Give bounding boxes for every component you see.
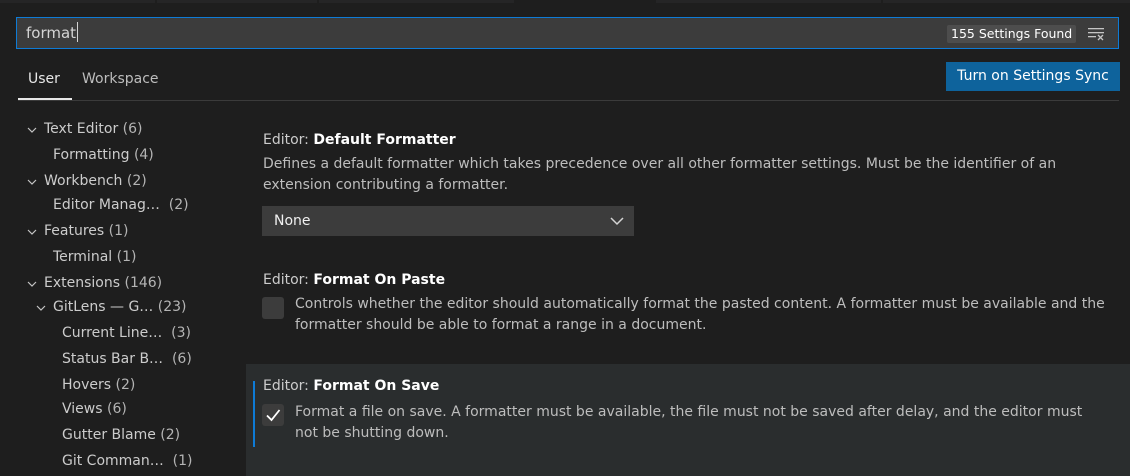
toc-item-label: Git Comman… xyxy=(62,453,164,469)
toc-item-label: Editor Manag… xyxy=(53,197,160,213)
toc-item-label: Workbench xyxy=(44,173,123,189)
toc-item-count: (146) xyxy=(124,275,163,291)
toc-item-count: (2) xyxy=(126,173,147,189)
setting-category: Editor: xyxy=(263,378,314,394)
search-query-text: format xyxy=(26,24,77,42)
editor-tab[interactable] xyxy=(0,0,155,3)
toc-item-formatting[interactable]: Formatting (4) xyxy=(53,144,154,166)
toc-item-label: GitLens — G… xyxy=(53,299,154,315)
tab-user[interactable]: User xyxy=(28,68,60,90)
setting-name: Default Formatter xyxy=(313,132,456,148)
toc-item-count: (1) xyxy=(116,249,137,265)
toc-item-count: (23) xyxy=(157,299,187,315)
setting-title: Editor: Format On Paste xyxy=(263,272,445,288)
clear-filter-icon[interactable] xyxy=(1087,25,1105,41)
editor-tab[interactable] xyxy=(319,0,514,3)
toc-item-count: (1) xyxy=(108,223,129,239)
toc-item-label: Extensions xyxy=(44,275,121,291)
setting-description: Format a file on save. A formatter must … xyxy=(295,404,1083,441)
toc-item-label: Status Bar B… xyxy=(62,351,164,367)
toc-item-status-bar[interactable]: Status Bar B… (6) xyxy=(62,348,192,370)
chevron-down-icon[interactable] xyxy=(27,177,37,187)
tabs-divider xyxy=(18,100,1119,101)
toc-item-gutter-blame[interactable]: Gutter Blame (2) xyxy=(62,424,180,446)
toc-item-count: (2) xyxy=(160,427,181,443)
chevron-down-icon xyxy=(610,217,624,226)
chevron-down-icon[interactable] xyxy=(27,227,37,237)
settings-editor: format 155 Settings Found User Workspace… xyxy=(0,0,1130,476)
setting-title: Editor: Default Formatter xyxy=(263,132,456,148)
toc-item-count: (2) xyxy=(168,197,189,213)
toc-item-label: Formatting xyxy=(53,147,130,163)
toc-item-editor-management[interactable]: Editor Manag… (2) xyxy=(53,194,189,216)
setting-description: Defines a default formatter which takes … xyxy=(263,156,1057,193)
toc-item-git-commands[interactable]: Git Comman… (1) xyxy=(62,450,193,472)
toc-item-label: Gutter Blame xyxy=(62,427,156,443)
turn-on-settings-sync-button[interactable]: Turn on Settings Sync xyxy=(946,62,1120,91)
editor-tab[interactable] xyxy=(157,0,317,3)
toc-item-views[interactable]: Views (6) xyxy=(62,398,127,420)
select-value: None xyxy=(274,213,311,229)
toc-item-hovers[interactable]: Hovers (2) xyxy=(62,374,135,396)
toc-item-label: Features xyxy=(44,223,105,239)
setting-title: Editor: Format On Save xyxy=(263,378,439,394)
checkmark-icon xyxy=(266,409,281,422)
toc-item-terminal[interactable]: Terminal (1) xyxy=(53,246,136,268)
toc-item-count: (6) xyxy=(171,351,192,367)
setting-category: Editor: xyxy=(263,132,314,148)
toc-item-label: Terminal xyxy=(53,249,113,265)
search-query[interactable]: format xyxy=(26,18,79,48)
toc-item-count: (6) xyxy=(122,121,143,137)
setting-name: Format On Paste xyxy=(313,272,446,288)
default-formatter-select[interactable]: None xyxy=(262,206,634,236)
chevron-down-icon[interactable] xyxy=(27,125,37,135)
toc-item-label: Text Editor xyxy=(44,121,119,137)
focus-indicator xyxy=(253,381,255,447)
editor-tab[interactable] xyxy=(656,0,881,3)
toc-item-current-line[interactable]: Current Line… (3) xyxy=(62,322,191,344)
setting-category: Editor: xyxy=(263,272,314,288)
settings-search-input[interactable]: format 155 Settings Found xyxy=(16,17,1119,49)
setting-description: Controls whether the editor should autom… xyxy=(295,296,1105,333)
format-on-save-checkbox[interactable] xyxy=(262,404,284,426)
toc-item-count: (2) xyxy=(115,377,136,393)
toc-item-gitlens[interactable]: GitLens — G… (23) xyxy=(53,296,187,318)
text-cursor xyxy=(77,22,79,42)
chevron-down-icon[interactable] xyxy=(36,303,46,313)
toc-item-label: Views xyxy=(62,401,103,417)
toc-item-workbench[interactable]: Workbench (2) xyxy=(44,170,147,192)
tab-workspace[interactable]: Workspace xyxy=(82,68,159,90)
toc-item-text-editor[interactable]: Text Editor (6) xyxy=(44,118,143,140)
toc-item-features[interactable]: Features (1) xyxy=(44,220,129,242)
format-on-paste-checkbox[interactable] xyxy=(262,297,284,319)
results-count-badge: 155 Settings Found xyxy=(947,25,1077,43)
toc-item-label: Hovers xyxy=(62,377,112,393)
editor-tab[interactable] xyxy=(883,0,1130,3)
setting-name: Format On Save xyxy=(313,378,440,394)
chevron-down-icon[interactable] xyxy=(27,279,37,289)
toc-item-count: (1) xyxy=(172,453,193,469)
editor-tab-strip xyxy=(0,0,1130,4)
toc-item-count: (3) xyxy=(171,325,191,341)
toc-item-count: (6) xyxy=(106,401,127,417)
toc-item-label: Current Line… xyxy=(62,325,163,341)
toc-item-count: (4) xyxy=(133,147,154,163)
toc-item-extensions[interactable]: Extensions (146) xyxy=(44,272,162,294)
